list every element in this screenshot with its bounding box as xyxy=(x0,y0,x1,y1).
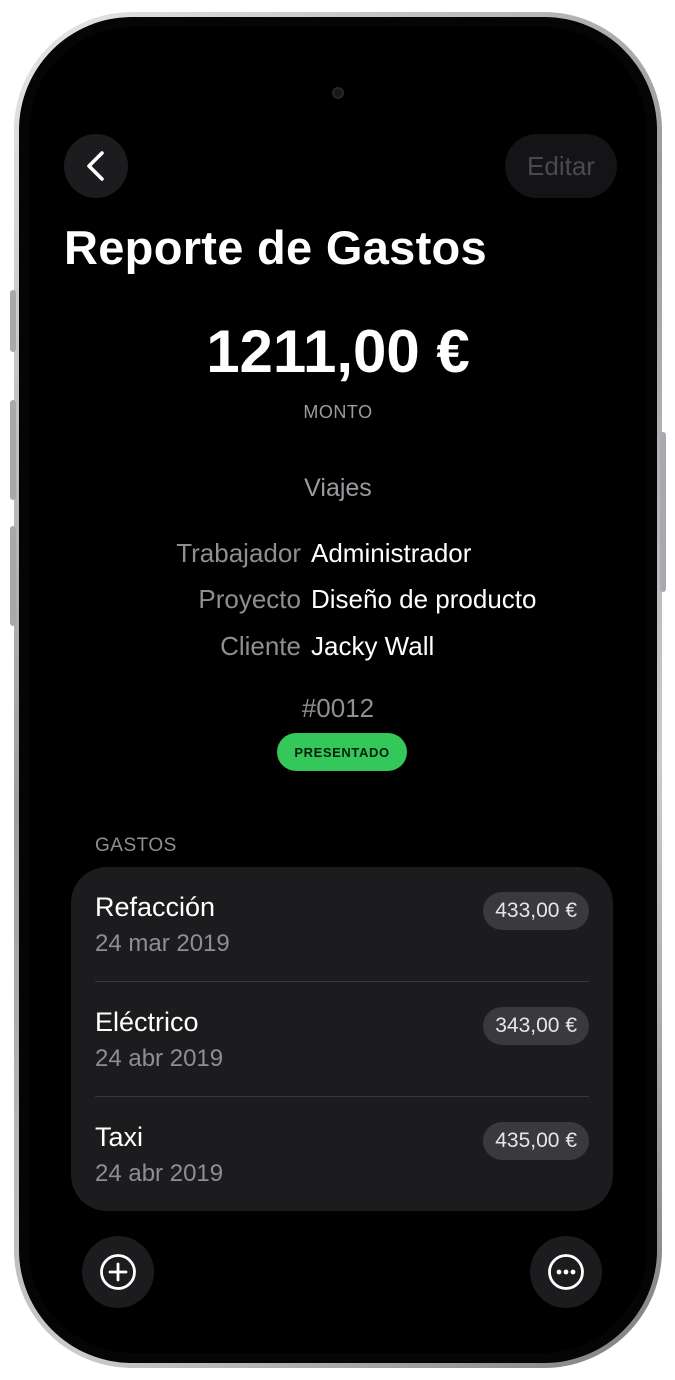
volume-down-button xyxy=(10,526,16,626)
action-button xyxy=(10,290,16,352)
expense-amount-badge: 433,00 € xyxy=(483,892,589,930)
detail-row-worker: Trabajador Administrador xyxy=(29,538,647,578)
total-amount: 1211,00 € xyxy=(206,318,470,385)
edit-button[interactable]: Editar xyxy=(505,134,617,198)
expenses-list: Refacción 24 mar 2019 433,00 € Eléctrico… xyxy=(71,867,613,1211)
bezel: Editar Reporte de Gastos 1211,00 € MONTO… xyxy=(19,17,657,1363)
expense-name: Refacción xyxy=(95,892,216,922)
volume-up-button xyxy=(10,400,16,500)
detail-value: Jacky Wall xyxy=(311,631,435,661)
expense-date: 24 abr 2019 xyxy=(95,1045,224,1072)
total-amount-label: MONTO xyxy=(303,402,373,422)
report-category: Viajes xyxy=(304,474,372,502)
more-options-button[interactable] xyxy=(530,1236,602,1308)
expense-name: Eléctrico xyxy=(95,1007,199,1037)
add-expense-button[interactable] xyxy=(82,1236,154,1308)
chevron-left-icon xyxy=(87,151,104,181)
detail-row-project: Proyecto Diseño de producto xyxy=(29,584,647,624)
page-title: Reporte de Gastos xyxy=(64,221,487,274)
power-button xyxy=(660,432,666,592)
expense-date: 24 mar 2019 xyxy=(95,930,230,957)
detail-value: Diseño de producto xyxy=(311,584,537,614)
expense-row[interactable]: Refacción 24 mar 2019 433,00 € xyxy=(95,867,589,982)
expense-date: 24 abr 2019 xyxy=(95,1160,224,1187)
detail-label: Trabajador xyxy=(176,538,301,568)
detail-value: Administrador xyxy=(311,538,472,568)
screen: Editar Reporte de Gastos 1211,00 € MONTO… xyxy=(29,27,647,1353)
expense-row[interactable]: Taxi 24 abr 2019 435,00 € xyxy=(95,1097,589,1212)
front-camera xyxy=(332,87,344,99)
expenses-section-title: GASTOS xyxy=(95,835,177,856)
status-badge: PRESENTADO xyxy=(277,733,407,771)
back-button[interactable] xyxy=(64,134,128,198)
expense-row[interactable]: Eléctrico 24 abr 2019 343,00 € xyxy=(95,982,589,1097)
expense-amount-badge: 343,00 € xyxy=(483,1007,589,1045)
expense-name: Taxi xyxy=(95,1122,144,1152)
detail-row-client: Cliente Jacky Wall xyxy=(29,631,647,671)
expense-amount-badge: 435,00 € xyxy=(483,1122,589,1160)
report-reference: #0012 xyxy=(301,693,375,723)
plus-circle-icon xyxy=(100,1254,136,1290)
detail-label: Cliente xyxy=(220,631,301,661)
detail-label: Proyecto xyxy=(198,584,301,614)
phone-frame: Editar Reporte de Gastos 1211,00 € MONTO… xyxy=(10,12,666,1368)
ellipsis-circle-icon xyxy=(548,1254,584,1290)
